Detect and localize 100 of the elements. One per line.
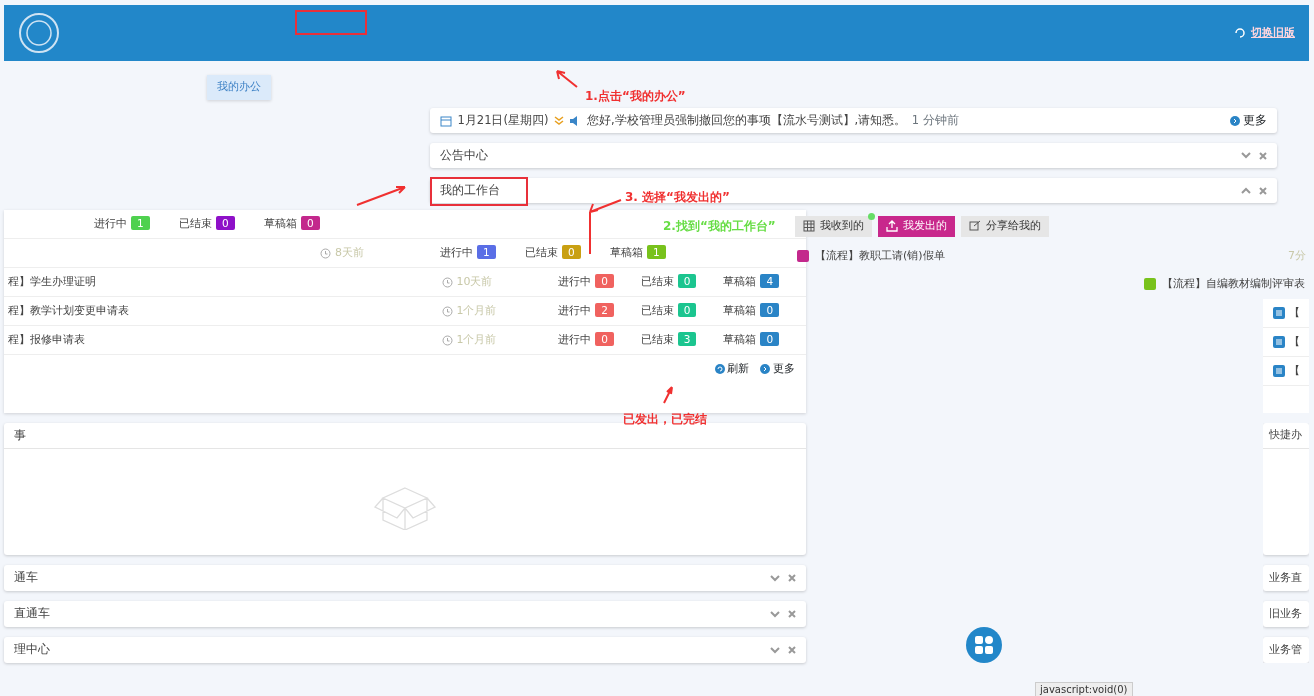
count-badge: 0	[677, 273, 697, 288]
my-office-button[interactable]: 我的办公	[207, 75, 271, 100]
count-badge: 0	[760, 331, 780, 346]
chevron-double-icon[interactable]	[553, 115, 564, 126]
refresh-icon	[714, 363, 725, 374]
status-label: 进行中	[440, 245, 473, 259]
chevron-down-icon[interactable]	[770, 574, 780, 582]
status-url: javascript:void(0)	[1035, 682, 1133, 696]
time-text: 8天前	[335, 244, 364, 261]
item-title[interactable]: 【	[1289, 304, 1300, 322]
status-label: 草稿箱	[610, 245, 643, 259]
arrow-circle-icon	[1230, 115, 1241, 126]
count-badge: 0	[301, 215, 320, 230]
annotation-arrow	[662, 385, 674, 405]
count-badge: 0	[216, 215, 235, 230]
time-text: 7分	[1288, 248, 1306, 264]
clock-icon	[441, 334, 453, 346]
count-badge: 2	[595, 302, 614, 317]
count-badge: 0	[760, 302, 780, 317]
close-icon[interactable]	[1259, 151, 1267, 160]
panel-title: 直通车	[14, 605, 50, 623]
panel-title: 快捷办	[1269, 427, 1302, 444]
count-badge: 4	[760, 273, 780, 288]
process-title[interactable]: 程】学生办理证明	[8, 273, 442, 291]
item-title[interactable]: 【	[1289, 333, 1300, 351]
item-title[interactable]: 【流程】教职工请(销)假单	[815, 248, 945, 265]
count-badge: 0	[562, 244, 581, 259]
status-label: 已结束	[179, 216, 212, 230]
panel-title: 理中心	[14, 641, 50, 659]
tab[interactable]: 我发出的	[878, 216, 955, 237]
tab[interactable]: 分享给我的	[961, 216, 1049, 237]
apps-icon	[974, 635, 994, 655]
time-text: 1个月前	[456, 302, 497, 319]
count-badge: 3	[677, 331, 697, 346]
time-text: 10天前	[456, 273, 493, 290]
list-icon	[1273, 307, 1285, 319]
tab[interactable]: 我收到的	[795, 216, 872, 237]
apps-button[interactable]	[966, 627, 1002, 663]
clock-icon	[320, 247, 331, 259]
panel-title: 旧业务	[1269, 605, 1302, 622]
calendar-icon	[440, 114, 452, 127]
close-icon[interactable]	[788, 610, 796, 618]
status-label: 草稿箱	[264, 216, 297, 230]
annotation-arrow	[355, 185, 407, 207]
annotation-text: 2.找到“我的工作台”	[663, 218, 776, 235]
status-label: 进行中	[558, 332, 592, 346]
count-badge: 1	[131, 215, 150, 230]
status-label: 进行中	[94, 216, 127, 230]
panel-title: 我的工作台	[440, 181, 500, 199]
list-icon	[1273, 365, 1285, 377]
status-label: 进行中	[558, 303, 592, 317]
annotation-arrow	[555, 69, 579, 89]
close-icon[interactable]	[1259, 186, 1267, 195]
annotation-text: 3. 选择“我发出的”	[625, 189, 730, 206]
panel-title: 通车	[14, 569, 38, 587]
more-link[interactable]: 更多	[760, 360, 795, 377]
panel-title: 事	[14, 426, 26, 444]
count-badge: 1	[647, 244, 666, 259]
status-label: 草稿箱	[723, 274, 757, 288]
count-badge: 0	[677, 302, 697, 317]
item-title[interactable]: 【流程】自编教材编制评审表	[1162, 276, 1305, 293]
refresh-link[interactable]: 刷新	[714, 360, 750, 377]
annotation-text: 已发出，已完结	[623, 411, 707, 428]
annotation-text: 1.点击“我的办公”	[585, 88, 686, 105]
item-title[interactable]: 【	[1289, 362, 1300, 380]
status-label: 草稿箱	[723, 303, 757, 317]
clock-icon	[441, 276, 453, 288]
chevron-down-icon[interactable]	[1241, 152, 1251, 159]
panel-title: 业务直	[1269, 569, 1302, 586]
process-title[interactable]: 程】报修申请表	[8, 331, 442, 349]
status-label: 草稿箱	[723, 332, 757, 346]
grid-icon	[803, 220, 815, 233]
highlight-frame	[295, 10, 367, 35]
share-icon	[969, 220, 981, 233]
notice-message: 您好,学校管理员强制撤回您的事项【流水号测试】,请知悉。	[586, 111, 907, 129]
chevron-down-icon[interactable]	[770, 610, 780, 618]
notice-date: 1月21日(星期四)	[457, 111, 549, 129]
count-badge: 0	[595, 273, 614, 288]
close-icon[interactable]	[788, 574, 796, 582]
panel-title: 业务管	[1269, 641, 1302, 658]
more-link[interactable]: 更多	[1230, 111, 1267, 130]
panel-title: 公告中心	[440, 146, 488, 164]
clock-icon	[441, 305, 453, 317]
notice-time: 1 分钟前	[911, 111, 959, 129]
close-icon[interactable]	[788, 646, 796, 654]
count-badge: 1	[477, 244, 496, 259]
time-text: 1个月前	[456, 331, 497, 348]
arrow-circle-icon	[760, 363, 771, 374]
chevron-down-icon[interactable]	[770, 646, 780, 654]
process-title[interactable]: 程】教学计划变更申请表	[8, 302, 442, 320]
status-label: 进行中	[558, 274, 592, 288]
refresh-icon[interactable]	[1233, 27, 1246, 39]
chevron-up-icon[interactable]	[1241, 187, 1251, 194]
upload-icon	[886, 220, 898, 233]
status-label: 已结束	[640, 274, 674, 288]
logo-icon	[18, 12, 60, 54]
status-label: 已结束	[640, 332, 674, 346]
list-icon	[1273, 336, 1285, 348]
status-label: 已结束	[640, 303, 674, 317]
count-badge: 0	[595, 331, 614, 346]
